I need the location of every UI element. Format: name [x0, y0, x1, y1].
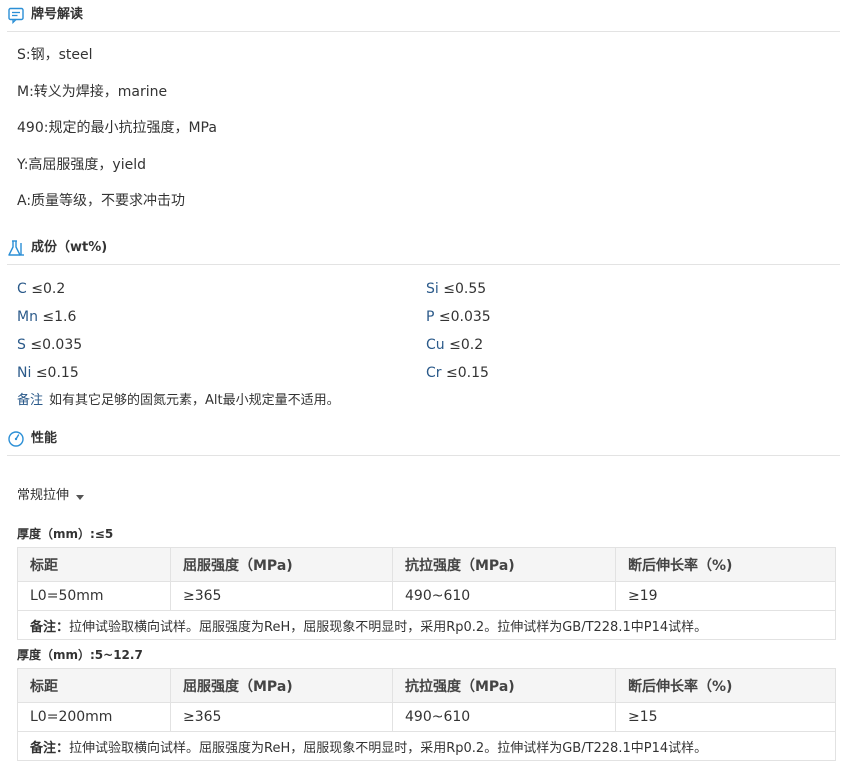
table-cell: ≥19 — [615, 581, 836, 611]
table-cell: ≥365 — [170, 702, 393, 732]
composition-row: C ≤0.2 Si ≤0.55 — [17, 280, 837, 300]
element-symbol: Ni — [17, 365, 32, 381]
properties-title: 性能 — [31, 431, 58, 446]
designation-line: Y:高屈服强度，yield — [17, 157, 146, 173]
table-cell: ≥15 — [615, 702, 836, 732]
table-row: L0=200mm ≥365 490~610 ≥15 — [17, 702, 836, 732]
tensile-table: 标距 屈服强度（MPa) 抗拉强度（MPa) 断后伸长率（%) L0=50mm … — [17, 547, 836, 640]
designation-line: M:转义为焊接，marine — [17, 84, 168, 100]
element-value: ≤0.55 — [438, 281, 487, 297]
element-value: ≤0.2 — [444, 337, 484, 353]
column-header: 断后伸长率（%) — [615, 547, 836, 582]
tensile-table: 标距 屈服强度（MPa) 抗拉强度（MPa) 断后伸长率（%) L0=200mm… — [17, 668, 836, 761]
table-note-row: 备注：拉伸试验取横向试样。屈服强度为ReH，屈服现象不明显时，采用Rp0.2。拉… — [17, 731, 836, 761]
table-cell: 490~610 — [392, 702, 616, 732]
caret-down-icon — [76, 494, 85, 500]
thickness-label: 厚度（mm）:≤5 — [17, 527, 114, 541]
element-symbol: Cu — [426, 337, 445, 353]
designation-line: A:质量等级，不要求冲击功 — [17, 193, 186, 209]
element-value: ≤0.15 — [441, 365, 489, 381]
properties-section-header: 性能 — [7, 430, 840, 456]
table-cell: ≥365 — [170, 581, 393, 611]
composition-note-label: 备注 — [17, 393, 44, 408]
composition-row: Mn ≤1.6 P ≤0.035 — [17, 308, 837, 328]
test-type-dropdown-label: 常规拉伸 — [17, 488, 70, 503]
element-symbol: S — [17, 337, 26, 353]
gauge-icon — [8, 431, 24, 447]
composition-row: Ni ≤0.15 Cr ≤0.15 — [17, 364, 837, 384]
flask-icon — [8, 240, 24, 256]
column-header: 抗拉强度（MPa) — [392, 547, 616, 582]
column-header: 标距 — [17, 668, 171, 703]
composition-note: 备注 如有其它足够的固氮元素，Alt最小规定量不适用。 — [17, 392, 340, 410]
table-note-label: 备注： — [30, 740, 70, 756]
composition-title: 成份（wt%) — [31, 240, 108, 255]
column-header: 屈服强度（MPa) — [170, 547, 393, 582]
designation-line: 490:规定的最小抗拉强度，MPa — [17, 120, 217, 136]
table-note: 备注：拉伸试验取横向试样。屈服强度为ReH，屈服现象不明显时，采用Rp0.2。拉… — [17, 731, 836, 761]
element-symbol: Si — [426, 281, 439, 297]
table-note-row: 备注：拉伸试验取横向试样。屈服强度为ReH，屈服现象不明显时，采用Rp0.2。拉… — [17, 610, 836, 640]
element-value: ≤0.15 — [31, 365, 79, 381]
element-value: ≤0.035 — [434, 309, 491, 325]
column-header: 屈服强度（MPa) — [170, 668, 393, 703]
element-value: ≤0.2 — [26, 281, 66, 297]
table-cell: 490~610 — [392, 581, 616, 611]
table-header-row: 标距 屈服强度（MPa) 抗拉强度（MPa) 断后伸长率（%) — [17, 668, 836, 703]
composition-note-text: 如有其它足够的固氮元素，Alt最小规定量不适用。 — [49, 393, 340, 408]
test-type-dropdown[interactable]: 常规拉伸 — [17, 487, 85, 505]
table-note-text: 拉伸试验取横向试样。屈服强度为ReH，屈服现象不明显时，采用Rp0.2。拉伸试样… — [69, 619, 708, 635]
table-note-text: 拉伸试验取横向试样。屈服强度为ReH，屈服现象不明显时，采用Rp0.2。拉伸试样… — [69, 740, 708, 756]
column-header: 标距 — [17, 547, 171, 582]
designation-section-header: 牌号解读 — [7, 6, 840, 32]
element-symbol: Mn — [17, 309, 38, 325]
element-value: ≤0.035 — [25, 337, 83, 353]
table-cell: L0=50mm — [17, 581, 171, 611]
element-value: ≤1.6 — [37, 309, 77, 325]
table-row: L0=50mm ≥365 490~610 ≥19 — [17, 581, 836, 611]
column-header: 抗拉强度（MPa) — [392, 668, 616, 703]
table-note: 备注：拉伸试验取横向试样。屈服强度为ReH，屈服现象不明显时，采用Rp0.2。拉… — [17, 610, 836, 640]
thickness-label: 厚度（mm）:5~12.7 — [17, 648, 143, 662]
composition-row: S ≤0.035 Cu ≤0.2 — [17, 336, 837, 356]
designation-line: S:钢，steel — [17, 47, 93, 63]
column-header: 断后伸长率（%) — [615, 668, 836, 703]
element-symbol: Cr — [426, 365, 442, 381]
designation-title: 牌号解读 — [31, 7, 84, 22]
table-cell: L0=200mm — [17, 702, 171, 732]
composition-section-header: 成份（wt%) — [7, 239, 840, 265]
element-symbol: C — [17, 281, 27, 297]
message-icon — [8, 7, 24, 24]
table-header-row: 标距 屈服强度（MPa) 抗拉强度（MPa) 断后伸长率（%) — [17, 547, 836, 582]
table-note-label: 备注： — [30, 619, 70, 635]
